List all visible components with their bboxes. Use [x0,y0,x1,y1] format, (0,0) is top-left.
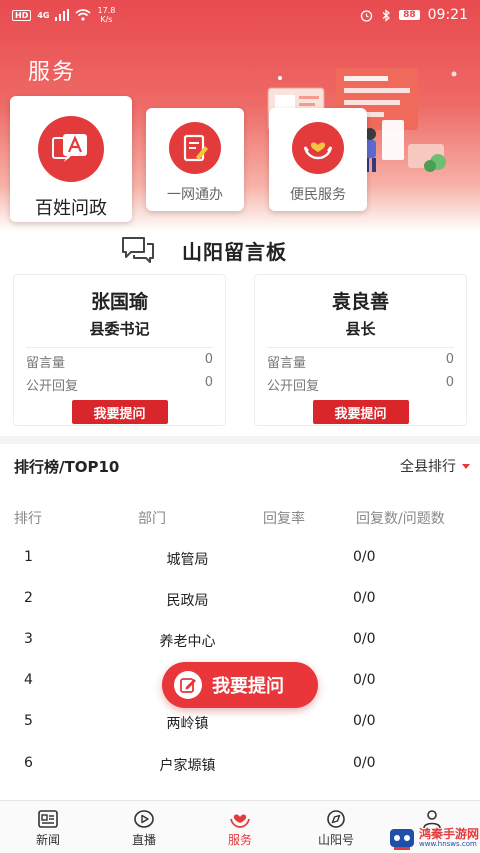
stat-row-public-replies: 公开回复 0 [26,375,213,394]
header-dept: 部门 [138,511,166,527]
table-row[interactable]: 1 城管局 0/0 [0,549,480,569]
message-board-title: 山阳留言板 [182,239,287,264]
official-card-county-head: 袁良善 县长 留言量 0 公开回复 0 我要提问 [254,274,467,426]
net-speed: 17.8 K/s [97,6,116,24]
section-divider [0,436,480,444]
official-role: 县委书记 [89,320,150,338]
table-row[interactable]: 5 两岭镇 0/0 [0,713,480,733]
header-count: 回复数/问题数 [356,511,445,527]
ask-question-button[interactable]: 我要提问 [312,400,409,424]
stat-row-public-replies: 公开回复 0 [267,375,454,394]
ranking-filter-dropdown[interactable]: 全县排行 [400,456,470,476]
caret-down-icon [462,463,470,469]
chat-bubbles-icon [122,237,154,263]
message-board-heading: 山阳留言板 [120,233,287,267]
nav-item-live[interactable]: 直播 [96,801,192,853]
status-bar: HD 4G 17.8 K/s 88 09:21 [0,0,480,30]
service-card-yiwang-tongban[interactable]: 一网通办 [146,108,244,211]
ranking-title: 排行榜/TOP10 [14,458,120,476]
bluetooth-icon [382,8,391,22]
header-rank: 排行 [14,511,42,527]
table-row[interactable]: 6 户家塬镇 0/0 [0,755,480,775]
service-label: 便民服务 [290,187,346,203]
official-name: 袁良善 [331,291,389,313]
dialog-a-icon [38,116,104,182]
floating-ask-label: 我要提问 [212,676,284,697]
ask-question-button[interactable]: 我要提问 [71,400,168,424]
stat-row-messages: 留言量 0 [267,352,454,371]
service-card-bianmin-fuwu[interactable]: 便民服务 [269,108,367,211]
stat-row-messages: 留言量 0 [26,352,213,371]
header-rate: 回复率 [263,511,305,527]
official-card-secretary: 张国瑜 县委书记 留言量 0 公开回复 0 我要提问 [13,274,226,426]
robot-logo-icon [390,828,414,850]
service-label: 百姓问政 [35,198,107,219]
service-heart-icon [230,814,250,828]
hd-badge: HD [12,9,32,21]
clock: 09:21 [427,7,468,23]
service-card-baixing-wenzheng[interactable]: 百姓问政 [10,96,132,222]
alarm-icon [360,9,373,22]
compass-icon [327,810,345,828]
table-row[interactable]: 3 养老中心 0/0 [0,631,480,651]
wifi-icon [75,9,92,21]
nav-item-news[interactable]: 新闻 [0,801,96,853]
document-pen-icon [169,122,221,174]
site-watermark: 鸿秦手游网 www.hnsws.com [388,822,480,853]
signal-icon [55,9,70,21]
nav-item-shanyang-hao[interactable]: 山阳号 [288,801,384,853]
network-label: 4G [37,10,50,20]
edit-pen-icon [174,671,202,699]
page-title: 服务 [28,60,77,85]
floating-ask-button[interactable]: 我要提问 [162,662,318,708]
divider [267,347,454,348]
nav-item-service[interactable]: 服务 [192,801,288,853]
ranking-header-row: 排行 部门 回复率 回复数/问题数 [0,508,480,528]
heart-hands-icon [292,122,344,174]
battery-indicator: 88 [399,10,420,20]
service-label: 一网通办 [167,187,223,203]
news-icon [38,810,58,828]
divider [26,347,213,348]
live-play-icon [134,810,154,828]
official-name: 张国瑜 [90,291,148,313]
official-role: 县长 [345,320,376,338]
table-row[interactable]: 2 民政局 0/0 [0,590,480,610]
